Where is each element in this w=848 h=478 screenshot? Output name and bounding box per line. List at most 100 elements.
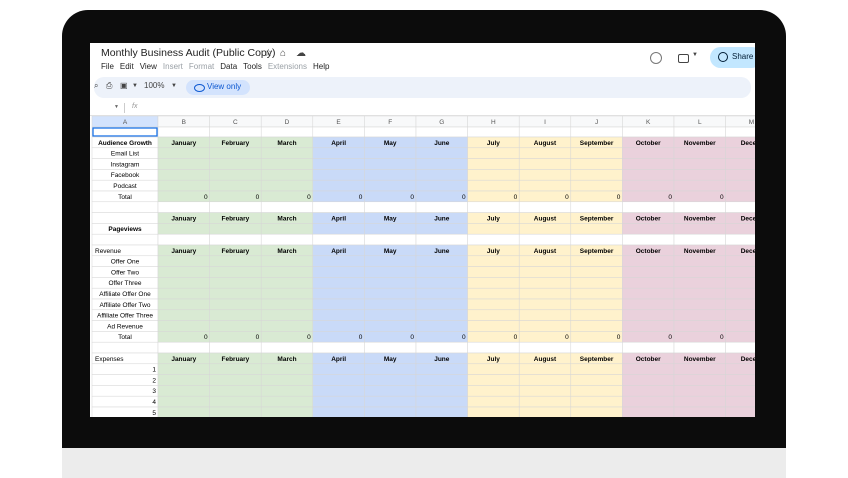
cell[interactable] xyxy=(673,266,726,278)
cell[interactable] xyxy=(364,190,417,203)
cell[interactable] xyxy=(570,190,623,203)
cell[interactable] xyxy=(157,341,210,354)
cell[interactable] xyxy=(312,363,365,375)
cell[interactable] xyxy=(364,169,417,181)
cell[interactable] xyxy=(260,406,314,417)
cloud-status-icon[interactable]: ☁ xyxy=(296,48,306,59)
zoom-select[interactable]: 100% xyxy=(144,81,164,90)
cell[interactable] xyxy=(157,158,210,170)
cell[interactable] xyxy=(312,223,365,235)
cell[interactable] xyxy=(673,169,726,181)
cell[interactable] xyxy=(725,309,755,321)
cell[interactable] xyxy=(570,374,623,386)
cell[interactable] xyxy=(312,201,365,213)
cell[interactable] xyxy=(673,309,726,321)
cell[interactable] xyxy=(622,158,675,170)
cell[interactable] xyxy=(312,309,365,321)
cell[interactable] xyxy=(312,190,365,203)
cell[interactable] xyxy=(622,406,675,417)
cell[interactable] xyxy=(209,169,262,181)
cell[interactable] xyxy=(157,331,210,343)
cell[interactable] xyxy=(622,255,675,267)
view-only-button[interactable]: View only xyxy=(186,80,250,95)
cell[interactable] xyxy=(209,309,262,321)
cell[interactable] xyxy=(725,320,755,332)
cell[interactable] xyxy=(415,395,468,408)
cell[interactable] xyxy=(312,395,365,408)
cell[interactable] xyxy=(570,233,623,246)
cell[interactable] xyxy=(91,201,159,213)
cell[interactable] xyxy=(673,277,726,289)
cell[interactable] xyxy=(725,126,755,138)
cell[interactable] xyxy=(518,298,572,311)
cell[interactable] xyxy=(518,331,572,343)
cell[interactable] xyxy=(467,179,520,192)
cell[interactable] xyxy=(157,374,210,386)
cell[interactable] xyxy=(725,190,755,203)
cell[interactable] xyxy=(364,233,417,246)
cell[interactable] xyxy=(91,395,159,408)
cell[interactable] xyxy=(209,190,262,203)
cell[interactable] xyxy=(260,255,314,267)
meet-icon[interactable] xyxy=(678,54,689,63)
cell[interactable] xyxy=(260,266,314,278)
cell[interactable] xyxy=(415,287,468,300)
cell[interactable] xyxy=(209,331,262,343)
cell[interactable] xyxy=(415,298,468,311)
cell[interactable] xyxy=(622,374,675,386)
cell[interactable] xyxy=(570,320,623,332)
cell[interactable] xyxy=(312,233,365,246)
cell[interactable] xyxy=(260,277,314,289)
print-icon[interactable]: ⎙ xyxy=(106,81,112,91)
cell[interactable] xyxy=(622,363,675,375)
cell[interactable] xyxy=(312,298,365,311)
cell[interactable] xyxy=(260,320,314,332)
cell[interactable] xyxy=(622,309,675,321)
cell[interactable] xyxy=(673,385,726,397)
cell[interactable] xyxy=(467,287,520,300)
cell[interactable] xyxy=(725,158,755,170)
cell[interactable] xyxy=(260,374,314,386)
cell[interactable] xyxy=(260,331,314,343)
cell[interactable] xyxy=(415,331,468,343)
cell[interactable] xyxy=(157,277,210,289)
cell[interactable] xyxy=(364,331,417,343)
cell[interactable] xyxy=(622,341,675,354)
cell[interactable] xyxy=(725,179,755,192)
menu-item-edit[interactable]: Edit xyxy=(120,62,134,71)
cell[interactable] xyxy=(260,341,314,354)
cell[interactable] xyxy=(622,385,675,397)
cell[interactable] xyxy=(157,147,210,159)
cell[interactable] xyxy=(570,341,623,354)
cell[interactable] xyxy=(209,406,262,417)
cell[interactable] xyxy=(570,406,623,417)
cell[interactable] xyxy=(570,287,623,300)
cell[interactable] xyxy=(622,201,675,213)
cell[interactable] xyxy=(312,126,365,138)
cell[interactable] xyxy=(622,233,675,246)
cell[interactable] xyxy=(364,309,417,321)
cell[interactable] xyxy=(673,255,726,267)
cell[interactable] xyxy=(209,395,262,408)
cell[interactable] xyxy=(518,158,572,170)
cell[interactable] xyxy=(518,341,572,354)
cell[interactable] xyxy=(415,126,468,138)
cell[interactable] xyxy=(415,158,468,170)
cell[interactable] xyxy=(518,385,572,397)
cell[interactable] xyxy=(725,266,755,278)
cell[interactable] xyxy=(312,341,365,354)
cell[interactable] xyxy=(157,233,210,246)
cell[interactable] xyxy=(622,395,675,408)
cell[interactable] xyxy=(312,320,365,332)
cell[interactable] xyxy=(467,309,520,321)
cell[interactable] xyxy=(673,287,726,300)
cell[interactable] xyxy=(518,190,572,203)
cell[interactable] xyxy=(622,298,675,311)
cell[interactable] xyxy=(725,201,755,213)
chevron-down-icon[interactable]: ▼ xyxy=(171,83,177,89)
cell[interactable] xyxy=(518,179,572,192)
cell[interactable] xyxy=(467,395,520,408)
cell[interactable] xyxy=(673,320,726,332)
cell[interactable] xyxy=(622,331,675,343)
cell[interactable] xyxy=(622,223,675,235)
